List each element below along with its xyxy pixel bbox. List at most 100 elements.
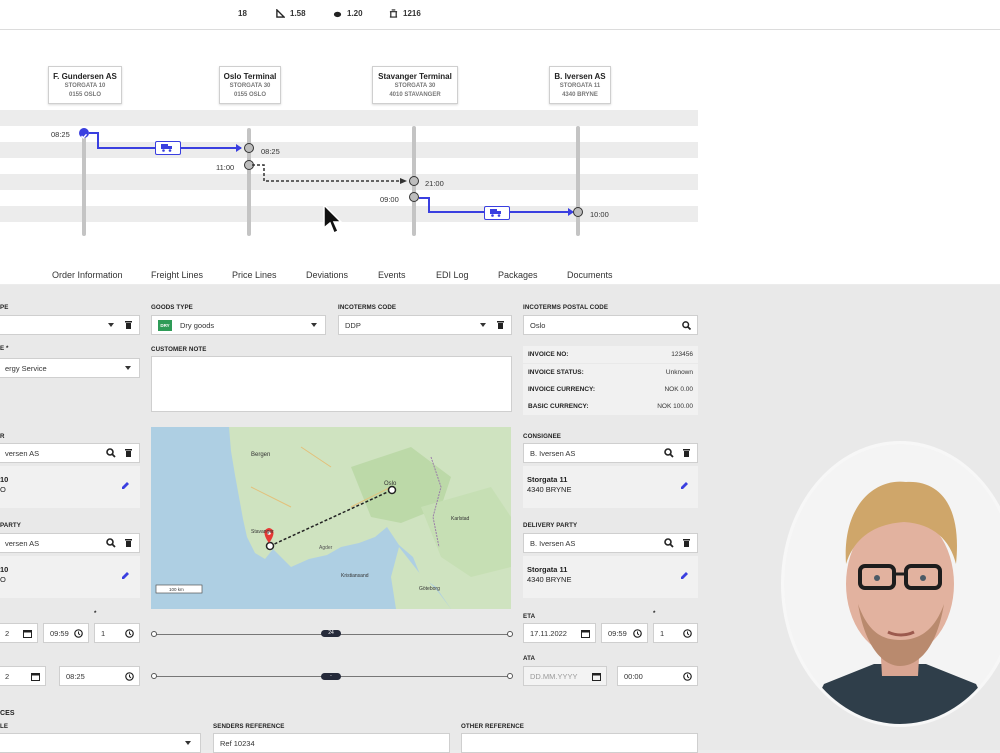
- type-select[interactable]: [0, 315, 140, 335]
- ata-time-field[interactable]: 00:00: [617, 666, 698, 686]
- incoterms-postal-code-input[interactable]: Oslo: [523, 315, 698, 335]
- departure-time: 08:25: [51, 130, 70, 139]
- senders-reference-input[interactable]: Ref 10234: [213, 733, 450, 753]
- atd-time-field[interactable]: 08:25: [59, 666, 140, 686]
- required-star: *: [653, 610, 656, 617]
- atd-date-field[interactable]: 2: [0, 666, 46, 686]
- chevron-down-icon[interactable]: [120, 359, 136, 377]
- references-heading: CES: [0, 710, 15, 717]
- tab-deviations[interactable]: Deviations: [306, 270, 348, 280]
- search-party-icon[interactable]: [103, 534, 119, 552]
- stop-node[interactable]: [409, 192, 419, 202]
- party-card-stavanger-terminal[interactable]: Stavanger Terminal STORGATA 30 4010 STAV…: [372, 66, 458, 104]
- consignee-field[interactable]: B. Iversen AS: [523, 443, 698, 463]
- incoterms-code-value: DDP: [345, 321, 361, 330]
- tab-edi-log[interactable]: EDI Log: [436, 270, 469, 280]
- trash-icon[interactable]: [120, 534, 136, 552]
- invoice-value: NOK 100.00: [657, 403, 693, 410]
- tab-price-lines[interactable]: Price Lines: [232, 270, 277, 280]
- arrow-head-icon: [236, 144, 242, 152]
- calendar-icon[interactable]: [577, 624, 593, 642]
- chevron-down-icon[interactable]: [306, 316, 322, 334]
- map-label-goteborg: Göteborg: [419, 586, 440, 592]
- mouse-cursor-icon: [323, 204, 343, 235]
- search-party-icon[interactable]: [661, 534, 677, 552]
- chevron-down-icon[interactable]: [475, 316, 491, 334]
- slider-handle[interactable]: -: [321, 673, 341, 680]
- search-party-icon[interactable]: [661, 444, 677, 462]
- stop-node[interactable]: [573, 207, 583, 217]
- edit-pencil-icon[interactable]: [680, 481, 689, 490]
- chevron-down-icon[interactable]: [103, 316, 119, 334]
- truck-icon[interactable]: [155, 141, 181, 155]
- pickup-party-field[interactable]: versen AS: [0, 533, 140, 553]
- map-scale: 100 km: [169, 587, 184, 592]
- calendar-icon[interactable]: [27, 667, 43, 685]
- etd-time-field[interactable]: 09:59: [43, 623, 89, 643]
- sender-label: R: [0, 433, 5, 440]
- arrival-time: 10:00: [590, 210, 609, 219]
- trash-icon[interactable]: [678, 534, 694, 552]
- trash-icon[interactable]: [120, 444, 136, 462]
- etd-qty-field[interactable]: 1: [94, 623, 140, 643]
- invoice-key: BASIC CURRENCY:: [528, 403, 589, 410]
- invoice-key: INVOICE NO:: [528, 351, 569, 358]
- invoice-status-row: INVOICE STATUS: Unknown: [523, 364, 698, 381]
- clock-icon[interactable]: [629, 624, 645, 642]
- truck-icon[interactable]: [484, 206, 510, 220]
- clock-icon[interactable]: [679, 624, 695, 642]
- stat-count: 18: [238, 9, 247, 18]
- stop-node[interactable]: [244, 143, 254, 153]
- calendar-icon[interactable]: [19, 624, 35, 642]
- trash-icon[interactable]: [120, 316, 136, 334]
- other-reference-label: OTHER REFERENCE: [461, 723, 525, 730]
- party-card-receiver[interactable]: B. Iversen AS STORGATA 11 4340 BRYNE: [549, 66, 611, 104]
- tab-documents[interactable]: Documents: [567, 270, 613, 280]
- summary-bar: 18 1.58 1.20 1216: [0, 0, 1000, 30]
- etd-date-value: 2: [5, 629, 10, 638]
- eta-qty-field[interactable]: 1: [653, 623, 698, 643]
- eta-time-field[interactable]: 09:59: [601, 623, 648, 643]
- trash-icon[interactable]: [678, 444, 694, 462]
- pickup-city: O: [0, 575, 6, 584]
- search-party-icon[interactable]: [103, 444, 119, 462]
- senders-reference-value: Ref 10234: [220, 739, 255, 748]
- customer-note-textarea[interactable]: [151, 356, 512, 412]
- clock-icon[interactable]: [121, 624, 137, 642]
- ata-date-field[interactable]: DD.MM.YYYY: [523, 666, 607, 686]
- clock-icon[interactable]: [121, 667, 137, 685]
- clock-icon[interactable]: [679, 667, 695, 685]
- party-card-sender[interactable]: F. Gundersen AS STORGATA 10 0155 OSLO: [48, 66, 122, 104]
- tab-order-information[interactable]: Order Information: [52, 270, 123, 280]
- stop-node[interactable]: [409, 176, 419, 186]
- incoterms-code-select[interactable]: DDP: [338, 315, 512, 335]
- eta-date-field[interactable]: 17.11.2022: [523, 623, 596, 643]
- route-map[interactable]: Bergen Oslo Karlstad Stavanger Kristians…: [151, 427, 511, 609]
- check-circle-icon: [79, 128, 89, 139]
- slider-handle[interactable]: 24: [321, 630, 341, 637]
- party-card-oslo-terminal[interactable]: Oslo Terminal STORGATA 30 0155 OSLO: [219, 66, 281, 104]
- ata-label: ATA: [523, 655, 536, 662]
- trash-icon[interactable]: [492, 316, 508, 334]
- map-label-bergen: Bergen: [251, 452, 270, 458]
- invoice-value: Unknown: [665, 369, 693, 376]
- edit-pencil-icon[interactable]: [121, 571, 130, 580]
- tab-freight-lines[interactable]: Freight Lines: [151, 270, 203, 280]
- chevron-down-icon[interactable]: [180, 734, 196, 752]
- tab-packages[interactable]: Packages: [498, 270, 538, 280]
- required-star: *: [94, 610, 97, 617]
- edit-pencil-icon[interactable]: [121, 481, 130, 490]
- other-reference-input[interactable]: [461, 733, 698, 753]
- edit-pencil-icon[interactable]: [680, 571, 689, 580]
- delivery-party-field[interactable]: B. Iversen AS: [523, 533, 698, 553]
- etd-date-field[interactable]: 2: [0, 623, 38, 643]
- goods-type-select[interactable]: DRY Dry goods: [151, 315, 326, 335]
- incoterms-postal-code-value: Oslo: [530, 321, 546, 330]
- service-select[interactable]: ergy Service: [0, 358, 140, 378]
- clock-icon[interactable]: [70, 624, 86, 642]
- search-icon[interactable]: [678, 316, 694, 334]
- reference-type-select[interactable]: [0, 733, 201, 753]
- tab-events[interactable]: Events: [378, 270, 406, 280]
- sender-field[interactable]: versen AS: [0, 443, 140, 463]
- calendar-icon[interactable]: [588, 667, 604, 685]
